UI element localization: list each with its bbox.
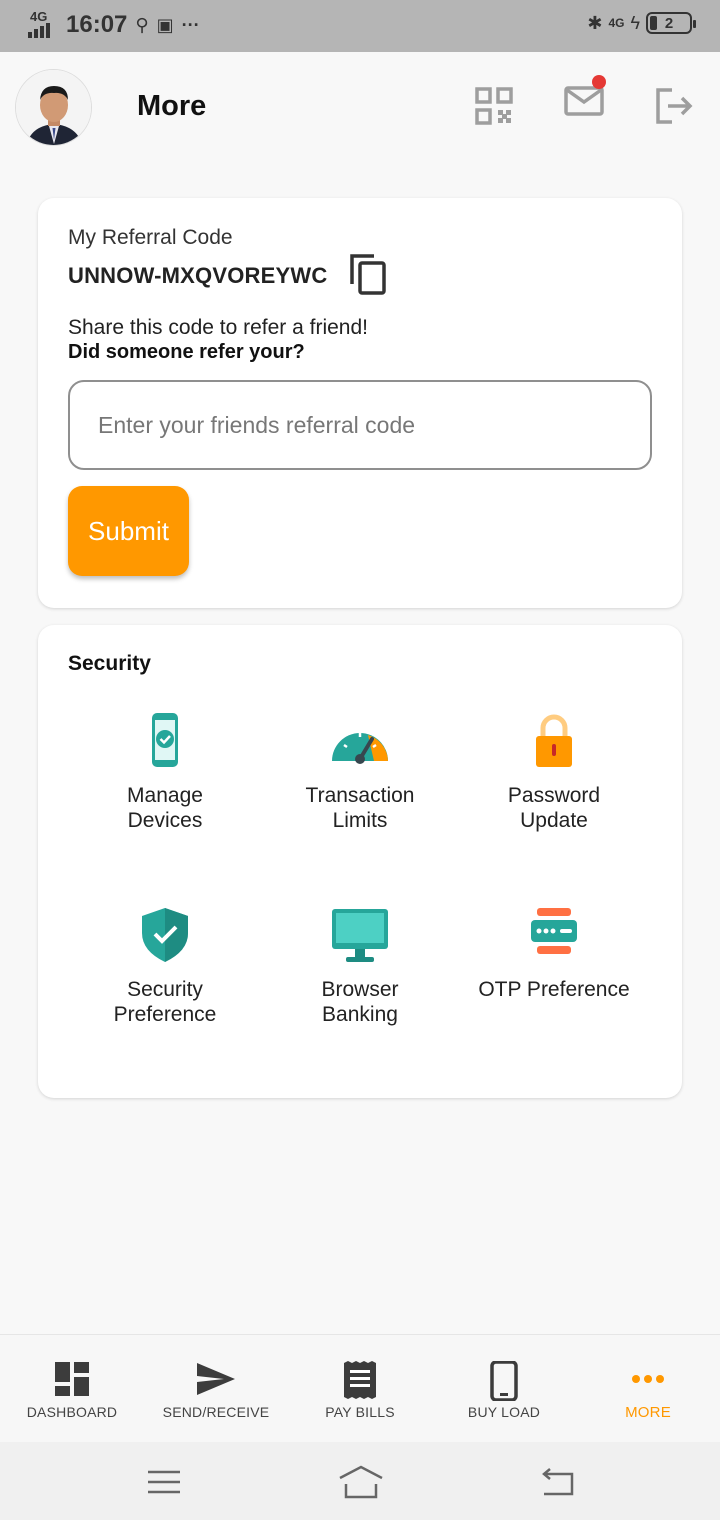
nav-send-receive-label: SEND/RECEIVE [162, 1404, 270, 1420]
transaction-limits-button[interactable]: Transaction Limits [270, 711, 450, 833]
bottom-navigation: DASHBOARD SEND/RECEIVE PAY BILLS BUY LOA… [0, 1334, 720, 1442]
manage-devices-button[interactable]: Manage Devices [75, 711, 255, 833]
nav-dashboard-label: DASHBOARD [26, 1404, 118, 1420]
transaction-limits-label: Transaction Limits [305, 784, 415, 832]
nav-more-label: MORE [625, 1404, 671, 1421]
qr-code-icon[interactable] [474, 86, 514, 126]
dashboard-icon [55, 1362, 89, 1396]
lock-icon [536, 714, 572, 767]
bluetooth-icon: ✱ [587, 12, 603, 33]
more-dots-icon [632, 1375, 664, 1383]
referral-share-text: Share this code to refer a friend! [68, 316, 368, 339]
nav-more[interactable]: MORE [576, 1335, 720, 1443]
referral-label: My Referral Code [68, 226, 233, 249]
referral-code: UNNOW-MXQVOREYWC [68, 263, 328, 288]
battery-level: 2 [664, 14, 674, 32]
receipt-icon [344, 1361, 376, 1399]
browser-banking-label: Browser Banking [321, 978, 399, 1026]
otp-icon [531, 908, 577, 954]
home-icon[interactable] [338, 1464, 384, 1500]
back-icon[interactable] [538, 1464, 578, 1500]
nav-pay-bills[interactable]: PAY BILLS [288, 1335, 432, 1443]
security-card: Security Manage Devices Transaction Limi… [38, 625, 682, 1098]
signal-icon: 4G [28, 10, 56, 40]
mobile-icon [490, 1361, 518, 1401]
shield-check-icon [142, 908, 188, 962]
speedometer-icon [332, 733, 388, 764]
browser-banking-button[interactable]: Browser Banking [270, 905, 450, 1027]
avatar[interactable] [15, 69, 92, 146]
referral-ask-text: Did someone refer your? [68, 341, 305, 363]
security-preference-button[interactable]: Security Preference [75, 905, 255, 1027]
battery-icon: 2 [646, 12, 696, 34]
monitor-icon [332, 909, 388, 962]
manage-devices-label: Manage Devices [127, 784, 203, 832]
network-type-right: 4G [608, 16, 625, 30]
password-update-label: Password Update [507, 784, 601, 832]
copy-icon[interactable] [348, 252, 388, 296]
charging-icon: ϟ [630, 12, 640, 33]
notification-dot [592, 75, 606, 89]
nav-buy-load[interactable]: BUY LOAD [432, 1335, 576, 1443]
usb-icon: ⚲ [135, 14, 149, 35]
app-header: More [0, 52, 720, 162]
password-update-button[interactable]: Password Update [464, 711, 644, 833]
otp-preference-button[interactable]: OTP Preference [464, 905, 644, 1002]
more-notifications-icon: ··· [181, 14, 200, 35]
referral-code-input[interactable] [68, 380, 652, 470]
system-navigation-bar [0, 1442, 720, 1520]
nav-pay-bills-label: PAY BILLS [325, 1404, 395, 1420]
status-bar: 4G 16:07 ⚲ ▣ ··· ✱ 4G ϟ 2 [0, 0, 720, 52]
status-time: 16:07 [66, 11, 128, 38]
page-title: More [137, 90, 207, 122]
security-title: Security [68, 652, 151, 675]
security-preference-label: Security Preference [113, 978, 217, 1026]
nav-buy-load-label: BUY LOAD [467, 1404, 541, 1420]
phone-check-icon [152, 713, 178, 767]
sim-icon: ▣ [156, 14, 174, 35]
nav-send-receive[interactable]: SEND/RECEIVE [144, 1335, 288, 1443]
referral-card: My Referral Code UNNOW-MXQVOREYWC Share … [38, 198, 682, 608]
menu-icon[interactable] [144, 1464, 184, 1500]
network-type: 4G [30, 9, 48, 24]
otp-preference-label: OTP Preference [478, 978, 630, 1001]
nav-dashboard[interactable]: DASHBOARD [0, 1335, 144, 1443]
submit-button[interactable]: Submit [68, 486, 189, 576]
send-icon [197, 1363, 235, 1395]
logout-icon[interactable] [654, 86, 694, 126]
